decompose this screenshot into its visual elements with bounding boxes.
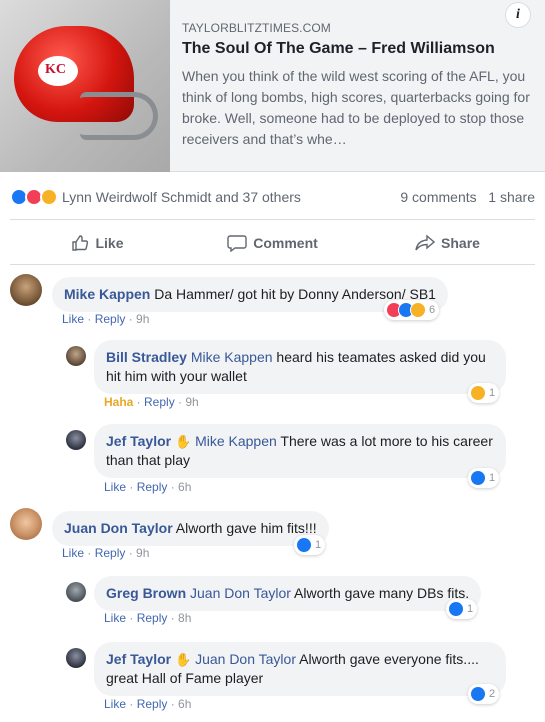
comment-reply-link[interactable]: Reply xyxy=(144,395,175,409)
link-preview[interactable]: i TAYLORBLITZTIMES.COM The Soul Of The G… xyxy=(0,0,545,172)
avatar[interactable] xyxy=(66,648,86,668)
chiefs-logo xyxy=(38,56,78,86)
avatar[interactable] xyxy=(66,582,86,602)
comment-time[interactable]: 6h xyxy=(178,697,191,711)
info-icon[interactable]: i xyxy=(505,2,531,28)
comment-time[interactable]: 6h xyxy=(178,480,191,494)
reaction-pill[interactable]: 1 xyxy=(468,468,500,488)
comment-mention[interactable]: Mike Kappen xyxy=(191,349,273,365)
comment-bubble: Greg Brown Juan Don Taylor Alworth gave … xyxy=(94,576,482,611)
helmet-thumbnail[interactable] xyxy=(0,0,170,172)
comment-icon xyxy=(227,235,247,252)
comment-reply-link[interactable]: Reply xyxy=(137,480,168,494)
like-icon xyxy=(470,686,486,702)
preview-domain: TAYLORBLITZTIMES.COM xyxy=(182,21,331,35)
comment-reply-link[interactable]: Reply xyxy=(95,546,126,560)
comment-author[interactable]: Juan Don Taylor xyxy=(64,520,173,536)
like-icon xyxy=(448,601,464,617)
reaction-pill[interactable]: 1 xyxy=(446,599,478,619)
reaction-icons[interactable] xyxy=(10,188,58,206)
comment-meta: Like · Reply · 6h xyxy=(104,697,192,711)
comment-text: Alworth gave many DBs fits. xyxy=(290,585,470,601)
comment-like-link[interactable]: Like xyxy=(62,546,84,560)
comment-time[interactable]: 9h xyxy=(136,312,149,326)
action-bar: Like Comment Share xyxy=(10,224,535,262)
reaction-summary: Lynn Weirdwolf Schmidt and 37 others 9 c… xyxy=(10,186,535,208)
comment-like-link[interactable]: Like xyxy=(104,480,126,494)
comment-meta: Haha · Reply · 9h xyxy=(104,395,199,409)
comment-author[interactable]: Mike Kappen xyxy=(64,286,150,302)
comment-bubble: Juan Don Taylor Alworth gave him fits!!! xyxy=(52,511,329,546)
comment-time[interactable]: 8h xyxy=(178,611,191,625)
shares-count-link[interactable]: 1 share xyxy=(488,189,535,205)
reaction-count: 1 xyxy=(489,387,496,399)
comment-like-link[interactable]: Like xyxy=(104,611,126,625)
comment-reply-link[interactable]: Reply xyxy=(137,697,168,711)
haha-icon xyxy=(470,385,486,401)
comment-mention[interactable]: Mike Kappen xyxy=(195,433,277,449)
like-button[interactable]: Like xyxy=(10,224,185,262)
like-icon xyxy=(296,537,312,553)
comment-bubble: Jef Taylor ✋ Juan Don Taylor Alworth gav… xyxy=(94,642,506,696)
comment-meta: Like · Reply · 9h xyxy=(62,312,150,326)
reaction-count: 1 xyxy=(489,472,496,484)
comment-time[interactable]: 9h xyxy=(136,546,149,560)
comment-mention[interactable]: Juan Don Taylor xyxy=(195,651,296,667)
reactors-link[interactable]: Lynn Weirdwolf Schmidt and 37 others xyxy=(62,189,301,205)
comment-meta: Like · Reply · 6h xyxy=(104,480,192,494)
thumbs-up-icon xyxy=(72,235,89,251)
comment-meta: Like · Reply · 8h xyxy=(104,611,192,625)
avatar[interactable] xyxy=(10,274,42,306)
share-icon xyxy=(415,234,436,251)
reaction-count: 1 xyxy=(467,603,474,615)
wave-icon: ✋ xyxy=(175,434,192,449)
avatar[interactable] xyxy=(10,508,42,540)
reaction-count: 6 xyxy=(429,304,436,316)
reaction-count: 1 xyxy=(315,539,322,551)
avatar[interactable] xyxy=(66,346,86,366)
summary-counts: 9 comments 1 share xyxy=(400,189,535,205)
comment-author[interactable]: Jef Taylor xyxy=(106,651,171,667)
comment-button[interactable]: Comment xyxy=(185,224,360,262)
haha-icon xyxy=(410,302,426,318)
comment-like-link[interactable]: Like xyxy=(62,312,84,326)
facemask-image xyxy=(80,92,158,140)
avatar[interactable] xyxy=(66,430,86,450)
reaction-pill[interactable]: 6 xyxy=(384,300,440,320)
like-icon xyxy=(470,470,486,486)
wave-icon: ✋ xyxy=(175,652,192,667)
comment-author[interactable]: Jef Taylor xyxy=(106,433,171,449)
preview-description: When you think of the wild west scoring … xyxy=(182,68,530,147)
reaction-count: 2 xyxy=(489,688,496,700)
reaction-pill[interactable]: 1 xyxy=(294,535,326,555)
share-button[interactable]: Share xyxy=(360,224,535,262)
comment-meta: Like · Reply · 9h xyxy=(62,546,150,560)
comment-reply-link[interactable]: Reply xyxy=(95,312,126,326)
comment-like-link[interactable]: Like xyxy=(104,697,126,711)
share-label: Share xyxy=(441,235,480,251)
comment-time[interactable]: 9h xyxy=(185,395,198,409)
reaction-pill[interactable]: 1 xyxy=(468,383,500,403)
comment-bubble: Jef Taylor ✋ Mike Kappen There was a lot… xyxy=(94,424,506,478)
comment-text: Alworth gave him fits!!! xyxy=(172,520,317,536)
haha-icon xyxy=(40,188,58,206)
comment-author[interactable]: Greg Brown xyxy=(106,585,186,601)
comments-count-link[interactable]: 9 comments xyxy=(400,189,476,205)
preview-title[interactable]: The Soul Of The Game – Fred Williamson xyxy=(182,40,495,58)
reaction-pill[interactable]: 2 xyxy=(468,684,500,704)
comment-reply-link[interactable]: Reply xyxy=(137,611,168,625)
like-label: Like xyxy=(95,235,124,251)
divider xyxy=(10,219,535,220)
comment-author[interactable]: Bill Stradley xyxy=(106,349,187,365)
comment-label: Comment xyxy=(253,235,318,251)
divider xyxy=(10,264,535,265)
comment-bubble: Bill Stradley Mike Kappen heard his team… xyxy=(94,340,506,394)
comment-like-link[interactable]: Haha xyxy=(104,395,133,409)
comment-mention[interactable]: Juan Don Taylor xyxy=(190,585,291,601)
